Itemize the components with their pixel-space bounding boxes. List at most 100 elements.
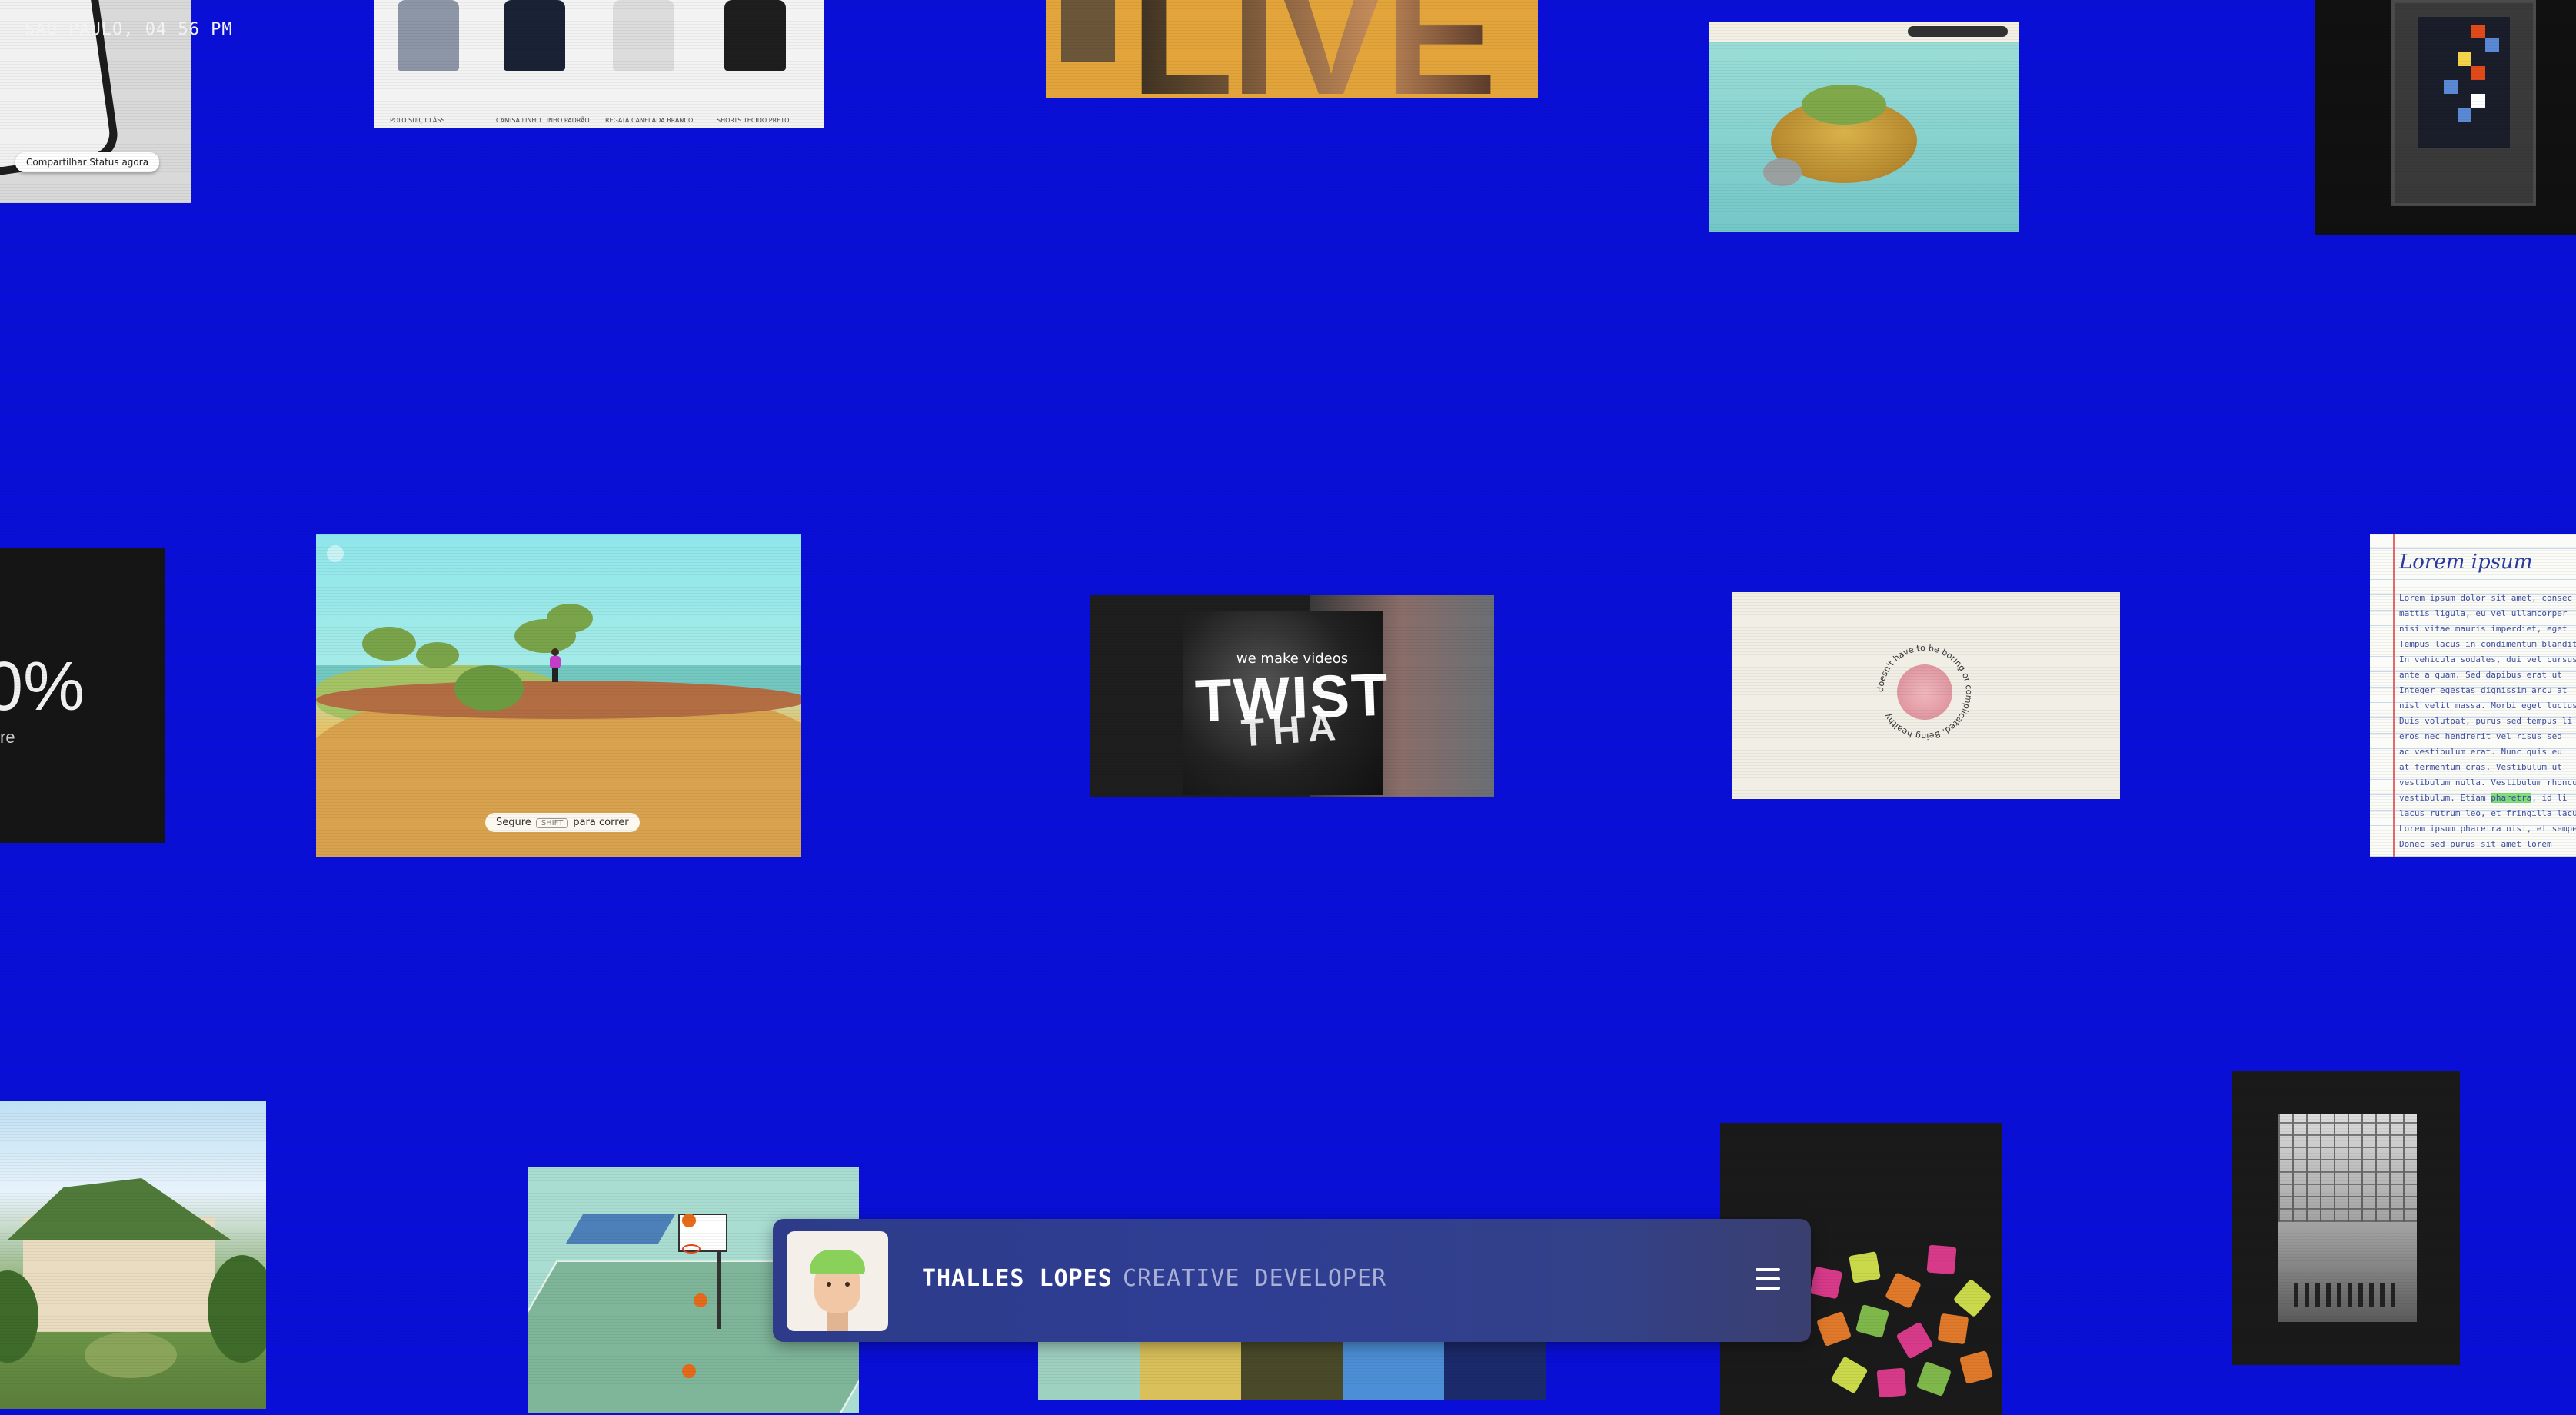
basketball-icon xyxy=(682,1364,696,1378)
avatar-eye xyxy=(845,1282,850,1287)
cube xyxy=(1952,1278,1992,1318)
pixel xyxy=(2485,38,2499,52)
highlighted-word: pharetra xyxy=(2491,793,2532,803)
tree xyxy=(547,604,593,633)
project-card-video-agency[interactable]: we make videos TWIST THA xyxy=(1090,595,1494,797)
project-card-island[interactable] xyxy=(1709,22,2019,232)
project-card-live[interactable]: LIVE xyxy=(1046,0,1538,98)
color-swatch xyxy=(1343,1338,1444,1400)
notebook-line: lacus rutrum leo, et fringilla lacus xyxy=(2399,808,2576,818)
product-label: POLO SUÍÇ CLÁSS xyxy=(390,117,445,124)
character-head xyxy=(551,648,559,656)
bush xyxy=(208,1255,266,1363)
pixel xyxy=(2458,52,2471,66)
notebook-line: nisi vitae mauris imperdiet, eget xyxy=(2399,624,2568,634)
avatar-cap xyxy=(810,1250,865,1274)
product-image xyxy=(398,0,459,71)
location-clock: SÃO PAULO, 04 56 PM xyxy=(25,20,233,39)
notebook-line: ante a quam. Sed dapibus erat ut xyxy=(2399,670,2562,680)
island-grass xyxy=(1802,85,1886,125)
product-image xyxy=(613,0,674,71)
cube xyxy=(1895,1321,1934,1360)
shift-key-badge: SHIFT xyxy=(535,818,569,828)
path-ground xyxy=(85,1332,177,1378)
avatar-eye xyxy=(827,1282,831,1287)
notebook-line: Donec sed purus sit amet lorem xyxy=(2399,839,2552,849)
project-card-palette[interactable] xyxy=(1038,1338,1546,1400)
cube xyxy=(1855,1303,1890,1339)
basketball-icon xyxy=(694,1293,707,1307)
hoop-rim xyxy=(682,1244,701,1254)
hamburger-icon[interactable] xyxy=(1751,1262,1785,1296)
sound-icon[interactable] xyxy=(327,545,344,562)
project-card-notebook[interactable]: Lorem ipsum Lorem ipsum dolor sit amet, … xyxy=(2370,534,2576,857)
cube xyxy=(1959,1350,1994,1385)
profile-role: CREATIVE DEVELOPER xyxy=(1123,1265,1387,1292)
tree xyxy=(454,665,524,711)
notebook-line: at fermentum cras. Vestibulum ut xyxy=(2399,762,2562,772)
product-label: REGATA CANELADA BRANCO xyxy=(605,117,694,124)
notebook-line: ac vestibulum erat. Nunc quis eu xyxy=(2399,747,2562,757)
project-card-3d-game[interactable]: Segure SHIFT para correr xyxy=(316,534,801,857)
phone-share-button: Compartilhar Status agora xyxy=(15,152,160,172)
character-legs xyxy=(552,668,558,682)
color-swatch xyxy=(1038,1338,1140,1400)
product-image xyxy=(504,0,565,71)
product-item: REGATA CANELADA BRANCO xyxy=(605,0,693,124)
cube xyxy=(1876,1367,1907,1398)
profile-name: THALLES LOPES xyxy=(922,1265,1113,1292)
product-image xyxy=(724,0,786,71)
project-card-station-photo[interactable] xyxy=(2232,1071,2460,1365)
station-roof xyxy=(2278,1114,2417,1222)
live-title: LIVE xyxy=(1130,0,1497,98)
product-item: POLO SUÍÇ CLÁSS xyxy=(390,0,467,124)
project-card-percentage[interactable]: 0% re xyxy=(0,548,165,843)
project-card-cartridge[interactable] xyxy=(2315,0,2576,235)
notebook-line: Integer egestas dignissim arcu at xyxy=(2399,685,2568,695)
menu-line xyxy=(1756,1268,1780,1271)
avatar[interactable] xyxy=(787,1231,888,1331)
cube xyxy=(1809,1266,1843,1300)
pixel xyxy=(2458,108,2471,122)
cube xyxy=(1885,1272,1922,1309)
cube xyxy=(1937,1313,1969,1345)
game-cartridge xyxy=(2391,0,2536,206)
pixel xyxy=(2471,94,2485,108)
product-item: SHORTS TECIDO PRETO xyxy=(717,0,794,124)
notebook-line: Lorem ipsum dolor sit amet, consec xyxy=(2399,593,2573,603)
product-label: CAMISA LINHO LINHO PADRÃO xyxy=(496,117,590,124)
percentage-caption: re xyxy=(0,727,15,747)
cartridge-pixel-art xyxy=(2418,17,2510,148)
game-character xyxy=(548,648,562,682)
menu-line xyxy=(1756,1287,1780,1290)
pixel xyxy=(2471,66,2485,80)
station-photo xyxy=(2278,1114,2417,1322)
notebook-line: vestibulum. Etiam pharetra, id li xyxy=(2399,793,2568,803)
court-stands xyxy=(565,1214,676,1244)
cube xyxy=(1915,1360,1952,1397)
island-topbar xyxy=(1709,22,2019,42)
character-torso xyxy=(550,656,561,668)
color-swatch xyxy=(1140,1338,1241,1400)
project-card-fashion-shop[interactable]: POLO SUÍÇ CLÁSS CAMISA LINHO LINHO PADRÃ… xyxy=(374,0,824,128)
notebook-margin xyxy=(2393,534,2395,857)
pixel xyxy=(2471,25,2485,38)
project-card-healthy[interactable]: doesn't have to be boring or complicated… xyxy=(1732,592,2120,799)
notebook-line: nisl velit massa. Morbi eget luctus xyxy=(2399,701,2576,711)
cube xyxy=(1816,1310,1852,1347)
house-roof xyxy=(8,1178,231,1240)
percentage-value: 0% xyxy=(0,648,85,725)
notebook-line: In vehicula sodales, dui vel cursus xyxy=(2399,654,2576,664)
project-card-house[interactable] xyxy=(0,1101,266,1409)
product-item: CAMISA LINHO LINHO PADRÃO xyxy=(496,0,590,124)
game-ridge xyxy=(316,681,801,719)
cube xyxy=(1849,1251,1881,1283)
notebook-body: Lorem ipsum dolor sit amet, consec mattis… xyxy=(2399,591,2576,852)
island-progress-pill xyxy=(1908,26,2008,37)
product-label: SHORTS TECIDO PRETO xyxy=(717,117,790,124)
live-photo xyxy=(1061,0,1115,62)
hint-prefix: Segure xyxy=(496,817,531,828)
tree xyxy=(416,642,459,668)
island-rock xyxy=(1763,158,1802,186)
color-swatch xyxy=(1241,1338,1343,1400)
